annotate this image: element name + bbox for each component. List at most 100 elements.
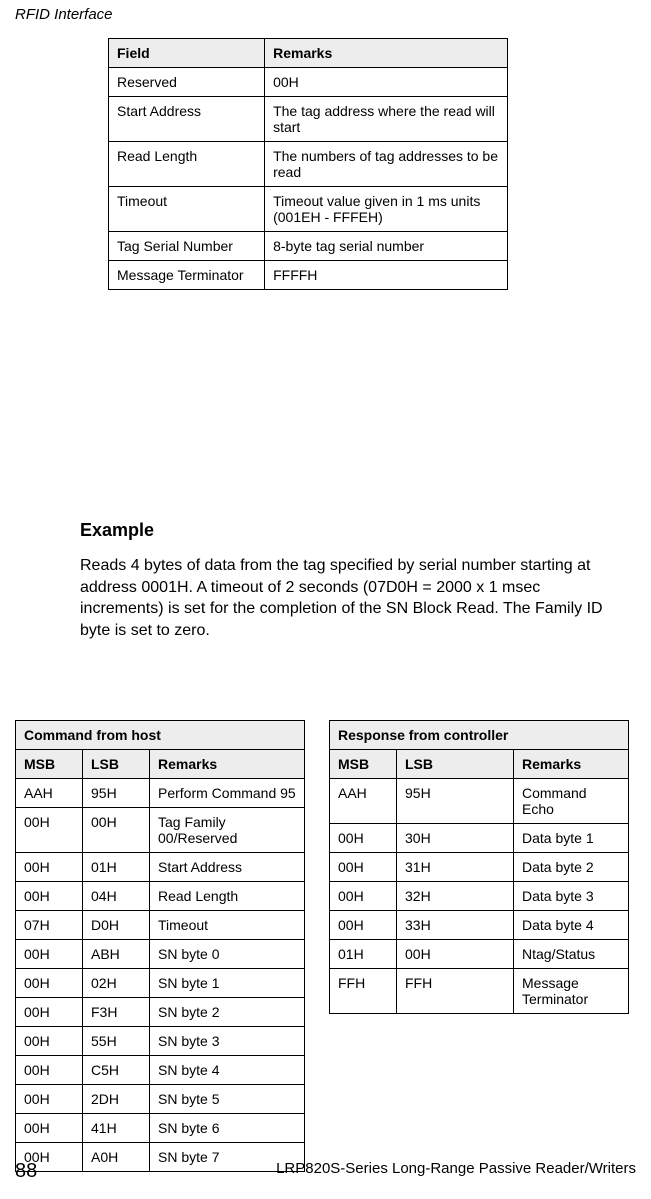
page-number: 88: [15, 1160, 37, 1183]
table-row: 00H04HRead Length: [16, 882, 305, 911]
table2-header-msb: MSB: [16, 750, 83, 779]
cell: 00H: [330, 853, 397, 882]
table-row: 00H32HData byte 3: [330, 882, 629, 911]
cell: Data byte 4: [514, 911, 629, 940]
table-row: AAH95HCommand Echo: [330, 779, 629, 824]
table-row: 00HF3HSN byte 2: [16, 998, 305, 1027]
cell: Data byte 3: [514, 882, 629, 911]
cell: SN byte 0: [150, 940, 305, 969]
cell: Tag Family 00/Reserved: [150, 808, 305, 853]
host-response-tables: Command from host MSB LSB Remarks AAH95H…: [15, 720, 636, 1172]
page-footer: 88 LRP820S-Series Long-Range Passive Rea…: [15, 1160, 636, 1183]
cell: SN byte 6: [150, 1114, 305, 1143]
cell: 00H: [16, 808, 83, 853]
table2-title: Command from host: [16, 721, 305, 750]
cell: 2DH: [83, 1085, 150, 1114]
cell: 41H: [83, 1114, 150, 1143]
cell: SN byte 5: [150, 1085, 305, 1114]
cell: FFH: [330, 969, 397, 1014]
table1-header-remarks: Remarks: [265, 39, 508, 68]
cell: AAH: [16, 779, 83, 808]
table-row: 00H31HData byte 2: [330, 853, 629, 882]
table2-header-lsb: LSB: [83, 750, 150, 779]
response-from-controller-table: Response from controller MSB LSB Remarks…: [329, 720, 629, 1014]
table-row: 00H41HSN byte 6: [16, 1114, 305, 1143]
cell: 95H: [397, 779, 514, 824]
cell: 55H: [83, 1027, 150, 1056]
table-row: 00H02HSN byte 1: [16, 969, 305, 998]
table1-cell: 8-byte tag serial number: [265, 232, 508, 261]
table-row: 07HD0HTimeout: [16, 911, 305, 940]
cell: 31H: [397, 853, 514, 882]
table3-title: Response from controller: [330, 721, 629, 750]
table-row: 00H30HData byte 1: [330, 824, 629, 853]
table3-header-lsb: LSB: [397, 750, 514, 779]
cell: Timeout: [150, 911, 305, 940]
table1-cell: Tag Serial Number: [109, 232, 265, 261]
cell: 32H: [397, 882, 514, 911]
cell: 00H: [16, 998, 83, 1027]
cell: 00H: [330, 911, 397, 940]
table1-cell: FFFFH: [265, 261, 508, 290]
cell: 00H: [16, 882, 83, 911]
cell: FFH: [397, 969, 514, 1014]
cell: 01H: [83, 853, 150, 882]
cell: Data byte 2: [514, 853, 629, 882]
table-row: 00H2DHSN byte 5: [16, 1085, 305, 1114]
table-row: 00H00HTag Family 00/Reserved: [16, 808, 305, 853]
cell: SN byte 2: [150, 998, 305, 1027]
cell: AAH: [330, 779, 397, 824]
cell: Perform Command 95: [150, 779, 305, 808]
table-row: Reserved00H: [109, 68, 508, 97]
example-section: Example Reads 4 bytes of data from the t…: [80, 520, 621, 641]
cell: Command Echo: [514, 779, 629, 824]
cell: Data byte 1: [514, 824, 629, 853]
cell: F3H: [83, 998, 150, 1027]
cell: 00H: [16, 1114, 83, 1143]
running-header: RFID Interface: [15, 6, 113, 23]
cell: D0H: [83, 911, 150, 940]
cell: Ntag/Status: [514, 940, 629, 969]
table3-header-msb: MSB: [330, 750, 397, 779]
cell: 04H: [83, 882, 150, 911]
table1-cell: Read Length: [109, 142, 265, 187]
footer-doc-title: LRP820S-Series Long-Range Passive Reader…: [276, 1160, 636, 1183]
cell: C5H: [83, 1056, 150, 1085]
table-row: FFHFFHMessage Terminator: [330, 969, 629, 1014]
example-heading: Example: [80, 520, 621, 541]
cell: Read Length: [150, 882, 305, 911]
table-row: 00H55HSN byte 3: [16, 1027, 305, 1056]
cell: 30H: [397, 824, 514, 853]
table1-cell: The tag address where the read will star…: [265, 97, 508, 142]
table-row: 00H01HStart Address: [16, 853, 305, 882]
cell: SN byte 4: [150, 1056, 305, 1085]
cell: 33H: [397, 911, 514, 940]
table-row: 00H33HData byte 4: [330, 911, 629, 940]
cell: 00H: [16, 853, 83, 882]
cell: 00H: [16, 940, 83, 969]
table3-header-remarks: Remarks: [514, 750, 629, 779]
cell: 07H: [16, 911, 83, 940]
table-row: Start AddressThe tag address where the r…: [109, 97, 508, 142]
cell: 00H: [16, 1027, 83, 1056]
table1-cell: 00H: [265, 68, 508, 97]
table-row: Message TerminatorFFFFH: [109, 261, 508, 290]
table2-header-remarks: Remarks: [150, 750, 305, 779]
table-row: AAH95HPerform Command 95: [16, 779, 305, 808]
cell: ABH: [83, 940, 150, 969]
cell: 00H: [330, 824, 397, 853]
cell: 00H: [397, 940, 514, 969]
cell: 00H: [16, 969, 83, 998]
table1-cell: Timeout: [109, 187, 265, 232]
table-row: Tag Serial Number8-byte tag serial numbe…: [109, 232, 508, 261]
table-row: 00HABHSN byte 0: [16, 940, 305, 969]
command-from-host-table: Command from host MSB LSB Remarks AAH95H…: [15, 720, 305, 1172]
cell: 00H: [83, 808, 150, 853]
table1-cell: Message Terminator: [109, 261, 265, 290]
example-body: Reads 4 bytes of data from the tag speci…: [80, 555, 621, 641]
table-row: TimeoutTimeout value given in 1 ms units…: [109, 187, 508, 232]
cell: 01H: [330, 940, 397, 969]
cell: 95H: [83, 779, 150, 808]
table-row: 01H00HNtag/Status: [330, 940, 629, 969]
table1-cell: The numbers of tag addresses to be read: [265, 142, 508, 187]
